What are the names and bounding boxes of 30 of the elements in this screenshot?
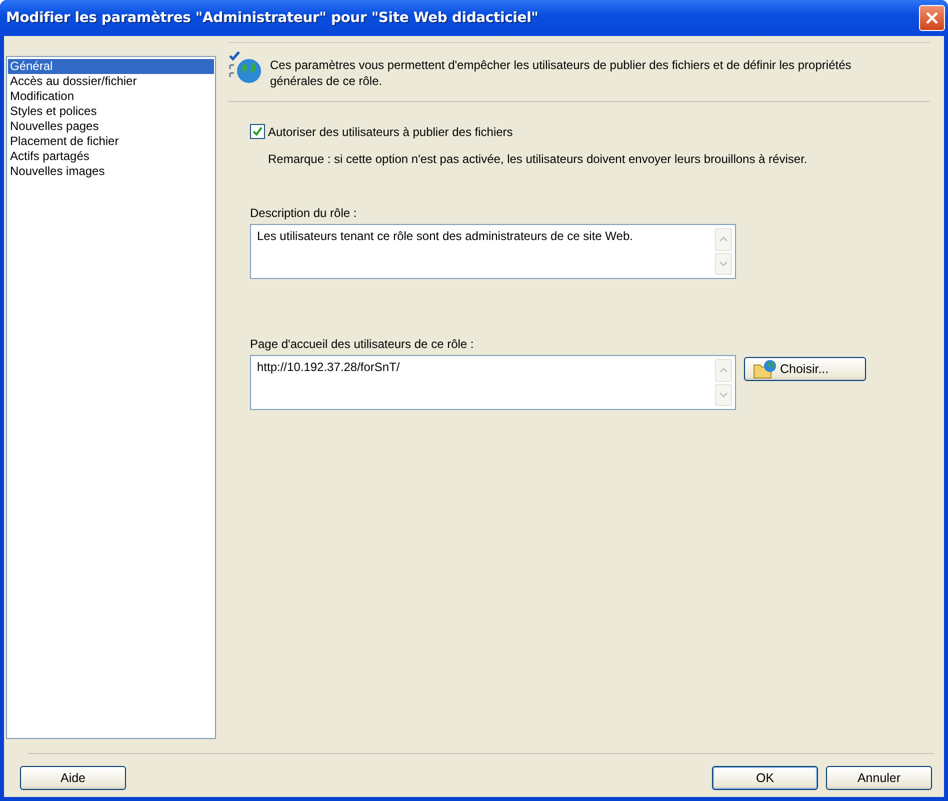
ok-button[interactable]: OK — [712, 766, 818, 790]
intro-text: Ces paramètres vous permettent d'empêcher les utilisateurs de publier des fichiers et de définir les propriétés générales de ce rôle. — [270, 57, 852, 89]
chevron-down-icon[interactable] — [719, 260, 728, 267]
category-item[interactable]: Accès au dossier/fichier — [8, 74, 214, 89]
close-icon[interactable] — [919, 5, 945, 31]
category-item[interactable]: Placement de fichier — [8, 134, 214, 149]
category-item[interactable]: Modification — [8, 89, 214, 104]
chevron-up-icon[interactable] — [719, 236, 728, 242]
folder-globe-icon — [753, 359, 777, 379]
category-item[interactable]: Général — [8, 59, 214, 74]
category-item[interactable]: Nouvelles pages — [8, 119, 214, 134]
help-button[interactable]: Aide — [20, 766, 126, 790]
globe-checklist-icon — [228, 51, 262, 85]
chevron-up-icon[interactable] — [719, 367, 728, 374]
homepage-field[interactable]: http://10.192.37.28/forSnT/ — [250, 355, 736, 410]
note-text: Remarque : si cette option n'est pas activée, les utilisateurs doivent envoyer leurs brouillons à réviser. — [268, 151, 808, 168]
description-field[interactable]: Les utilisateurs tenant ce rôle sont des administrateurs de ce site Web. — [250, 224, 736, 279]
scrollbar[interactable] — [715, 359, 732, 406]
cancel-button[interactable]: Annuler — [826, 766, 932, 790]
checkbox-label[interactable]: Autoriser des utilisateurs à publier des fichiers — [268, 124, 513, 138]
homepage-label: Page d'accueil des utilisateurs de ce rôle : — [250, 337, 475, 351]
chevron-down-icon[interactable] — [719, 392, 728, 398]
window-title: Modifier les paramètres "Administrateur" pour "Site Web didacticiel" — [6, 10, 538, 26]
category-item[interactable]: Nouvelles images — [8, 164, 214, 179]
category-item[interactable]: Actifs partagés — [8, 149, 214, 164]
description-label: Description du rôle : — [250, 206, 358, 220]
checkbox[interactable] — [250, 124, 265, 139]
choose-button[interactable]: Choisir... — [744, 357, 866, 381]
category-item[interactable]: Styles et polices — [8, 104, 214, 119]
scrollbar[interactable] — [715, 228, 732, 275]
